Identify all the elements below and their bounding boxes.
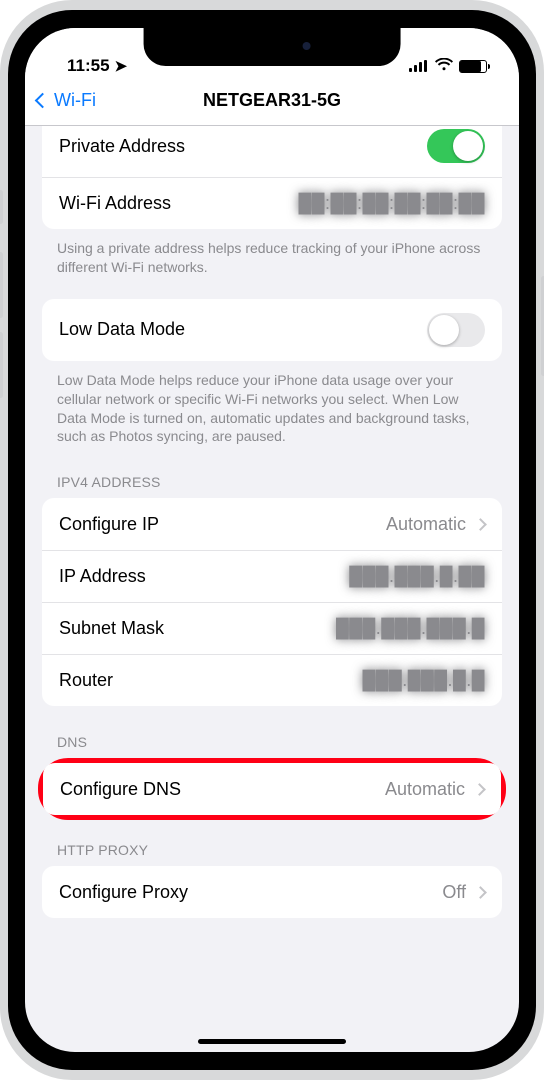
wifi-icon [435,56,453,76]
navigation-bar: Wi-Fi NETGEAR31-5G [25,78,519,126]
configure-dns-row[interactable]: Configure DNS Automatic [43,763,501,815]
row-label: Low Data Mode [59,319,427,340]
wifi-address-row: Wi-Fi Address ██:██:██:██:██:██ [42,177,502,229]
row-label: Router [59,670,362,691]
highlight-configure-dns: Configure DNS Automatic [38,758,506,820]
chevron-right-icon [473,783,486,796]
dns-group: Configure DNS Automatic [43,763,501,815]
configure-proxy-row[interactable]: Configure Proxy Off [42,866,502,918]
private-address-footer: Using a private address helps reduce tra… [25,229,519,277]
home-indicator[interactable] [198,1039,346,1044]
chevron-right-icon [474,518,487,531]
location-icon: ➤ [115,57,128,75]
row-label: Subnet Mask [59,618,336,639]
configure-ip-row[interactable]: Configure IP Automatic [42,498,502,550]
back-button[interactable]: Wi-Fi [37,90,96,111]
row-label: Configure DNS [60,779,385,800]
subnet-mask-row: Subnet Mask ███.███.███.█ [42,602,502,654]
phone-mockup: 11:55 ➤ Wi-Fi NETGEAR31-5G [0,0,544,1080]
row-value: Automatic [385,779,465,800]
content[interactable]: Private Address Wi-Fi Address ██:██:██:█… [25,126,519,1052]
ipv4-group: Configure IP Automatic IP Address ███.██… [42,498,502,706]
row-label: Configure IP [59,514,386,535]
row-label: Private Address [59,136,427,157]
row-value: Off [442,882,466,903]
notch [144,28,401,66]
low-data-mode-row[interactable]: Low Data Mode [42,299,502,361]
status-time: 11:55 [67,56,110,76]
router-row: Router ███.███.█.█ [42,654,502,706]
row-value: ███.███.███.█ [336,618,485,639]
wifi-address-value: ██:██:██:██:██:██ [298,193,485,214]
row-value: Automatic [386,514,466,535]
proxy-header: HTTP PROXY [25,820,519,866]
low-data-group: Low Data Mode [42,299,502,361]
row-label: Wi-Fi Address [59,193,298,214]
screen: 11:55 ➤ Wi-Fi NETGEAR31-5G [25,28,519,1052]
ip-address-row: IP Address ███.███.█.██ [42,550,502,602]
battery-icon [459,60,487,73]
row-value: ███.███.█.█ [362,670,485,691]
address-group: Private Address Wi-Fi Address ██:██:██:█… [42,126,502,229]
private-address-toggle[interactable] [427,129,485,163]
proxy-group: Configure Proxy Off [42,866,502,918]
page-title: NETGEAR31-5G [203,90,341,111]
dns-header: DNS [25,706,519,758]
low-data-footer: Low Data Mode helps reduce your iPhone d… [25,361,519,447]
row-label: Configure Proxy [59,882,442,903]
row-label: IP Address [59,566,349,587]
private-address-row[interactable]: Private Address [42,126,502,177]
chevron-left-icon [35,93,51,109]
chevron-right-icon [474,886,487,899]
row-value: ███.███.█.██ [349,566,485,587]
back-label: Wi-Fi [54,90,96,111]
ipv4-header: IPV4 ADDRESS [25,446,519,498]
cellular-signal-icon [409,60,429,72]
low-data-mode-toggle[interactable] [427,313,485,347]
